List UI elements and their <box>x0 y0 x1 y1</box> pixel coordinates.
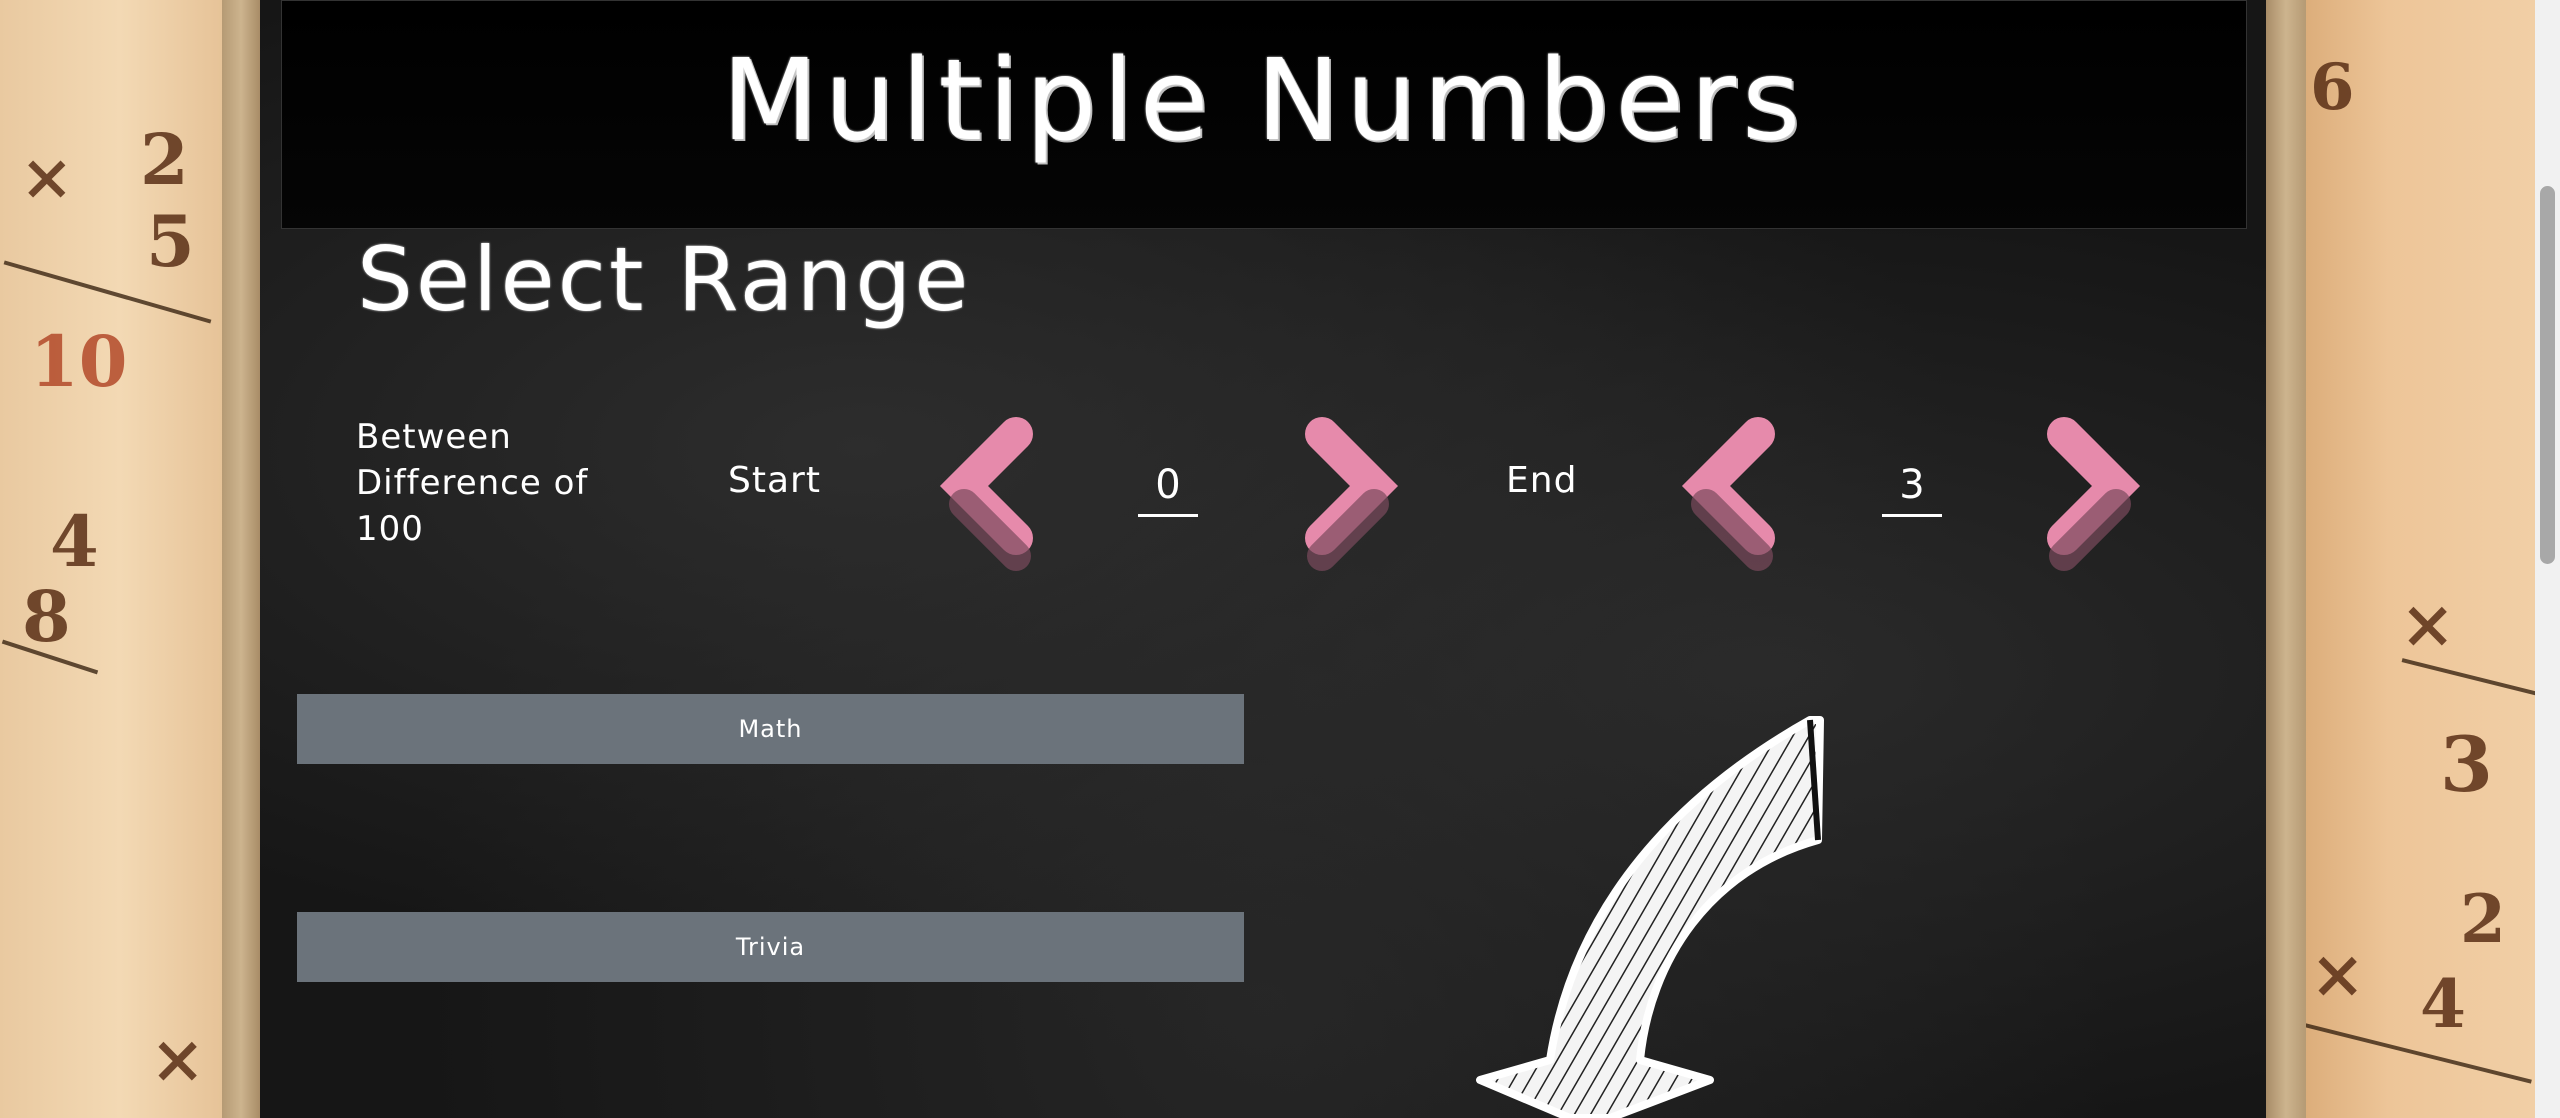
board-frame-left <box>222 0 260 1118</box>
page-header: Multiple Numbers <box>281 0 2247 229</box>
decorative-scribble: 10 <box>30 320 128 403</box>
board-frame-right <box>2266 0 2306 1118</box>
math-button[interactable]: Math <box>297 694 1244 764</box>
decorative-scribble: 5 <box>146 200 195 283</box>
start-decrease-chevron-icon[interactable] <box>938 416 1048 576</box>
scrollbar-thumb[interactable] <box>2540 186 2555 564</box>
decorative-scribble: × <box>2310 935 2366 1013</box>
decorative-scribble: 3 <box>2440 720 2493 809</box>
decorative-scribble: 8 <box>22 575 71 658</box>
decorative-line <box>2293 1020 2532 1084</box>
page-title: Multiple Numbers <box>721 36 1807 166</box>
end-increase-chevron-icon[interactable] <box>2032 416 2142 576</box>
decorative-scribble: 2 <box>140 118 189 201</box>
paper-background-left: × 2 5 10 4 8 × <box>0 0 240 1118</box>
chalkboard: Multiple Numbers Select Range Between Di… <box>260 0 2266 1118</box>
end-value: 3 <box>1882 462 1942 517</box>
decorative-line <box>2401 658 2535 696</box>
decorative-scribble: × <box>150 1020 206 1098</box>
paper-background-right: 6 × 3 2 × 4 <box>2290 0 2535 1118</box>
end-label: End <box>1506 460 1578 501</box>
decorative-scribble: 6 <box>2310 50 2355 125</box>
decorative-scribble: × <box>2400 585 2456 663</box>
range-description: Between Difference of 100 <box>356 417 589 549</box>
start-increase-chevron-icon[interactable] <box>1290 416 1400 576</box>
section-title: Select Range <box>357 228 972 331</box>
start-label: Start <box>728 460 821 501</box>
decorative-scribble: × <box>20 140 74 215</box>
decorative-scribble: 2 <box>2460 880 2506 958</box>
decorative-scribble: 4 <box>50 500 99 583</box>
vertical-scrollbar[interactable] <box>2535 0 2560 1118</box>
trivia-button[interactable]: Trivia <box>297 912 1244 982</box>
decorative-scribble: 4 <box>2420 965 2466 1043</box>
curved-arrow-icon <box>1476 716 1824 1118</box>
end-decrease-chevron-icon[interactable] <box>1680 416 1790 576</box>
start-value: 0 <box>1138 462 1198 517</box>
